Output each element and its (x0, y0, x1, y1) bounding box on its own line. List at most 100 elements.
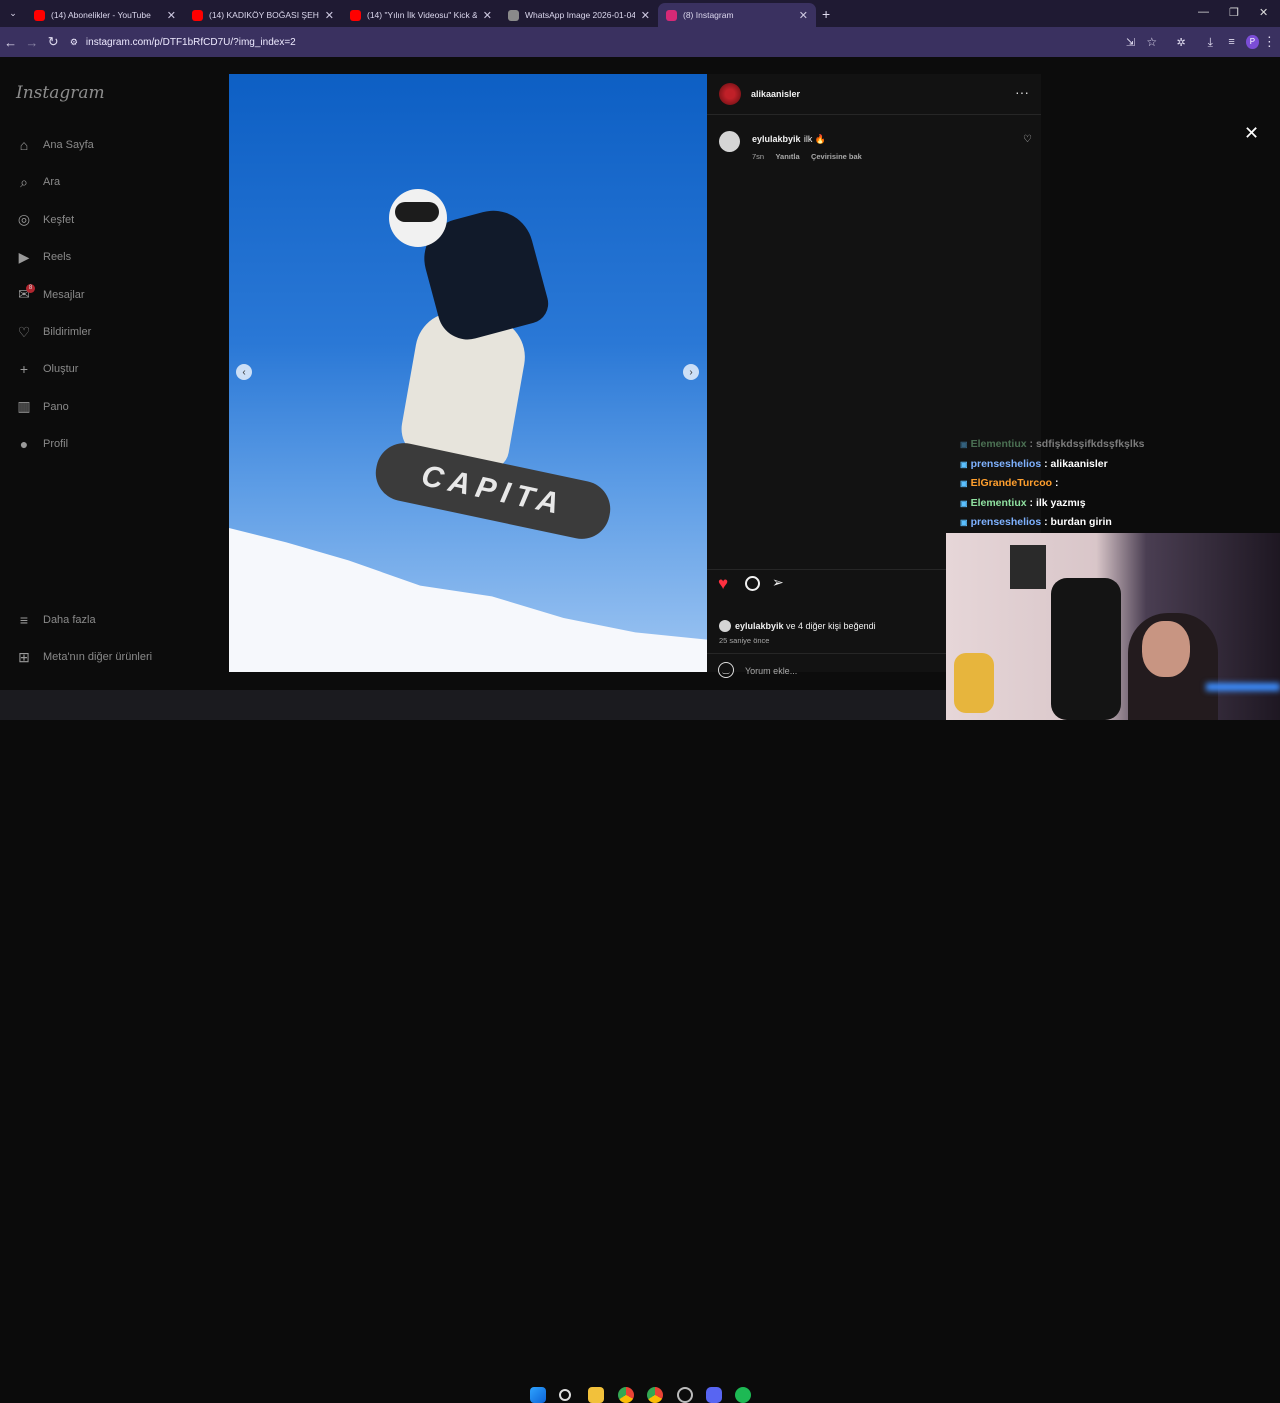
chat-username: Elementiux (970, 496, 1027, 509)
instagram-logo[interactable]: Instagram (16, 83, 105, 103)
browser-tab[interactable]: WhatsApp Image 2026-01-04 at... ✕ (500, 3, 658, 27)
sidebar-item-reels[interactable]: ▶ Reels (16, 248, 72, 265)
sidebar-item-home[interactable]: ⌂ Ana Sayfa (16, 137, 94, 153)
chat-text: alikaanisler (1050, 457, 1108, 470)
close-tab-icon[interactable]: ✕ (167, 9, 176, 22)
sidebar-item-explore[interactable]: ◎ Keşfet (16, 211, 75, 228)
reload-button[interactable]: ↻ (43, 34, 64, 50)
chat-text: burdan girin (1050, 516, 1112, 528)
forward-button[interactable]: → (21, 35, 42, 50)
browser-menu-icon[interactable]: ⋮ (1259, 34, 1280, 50)
webcam-overlay (946, 533, 1280, 720)
reply-button[interactable]: Yanıtla (775, 152, 799, 161)
tab-title: (8) Instagram (683, 10, 734, 20)
install-app-icon[interactable]: ⇲ (1120, 36, 1141, 49)
plus-icon: + (19, 361, 29, 378)
browser-tab[interactable]: (8) Instagram ✕ (658, 3, 816, 27)
meta-apps-icon: ⊞ (18, 648, 30, 665)
more-options-icon[interactable]: ··· (1015, 84, 1029, 100)
comment-text: ilk 🔥 (803, 134, 827, 144)
restore-button[interactable]: ❐ (1229, 6, 1239, 19)
chat-text: ilk yazmış (1035, 496, 1086, 509)
comment-like-icon[interactable]: ♡ (1023, 134, 1032, 145)
chrome-icon[interactable] (618, 1387, 634, 1403)
app-icon[interactable] (677, 1387, 693, 1403)
downloads-icon[interactable]: ⤓ (1200, 35, 1221, 50)
wall-poster (1010, 545, 1046, 589)
sidebar-item-dashboard[interactable]: ▥ Pano (16, 398, 69, 415)
chat-message: ▣ ElGrandeTurcoo : (960, 477, 1058, 489)
chat-separator: : (1052, 477, 1059, 489)
sidebar-item-label: Ara (43, 176, 61, 189)
commenter-avatar[interactable] (719, 131, 740, 152)
sidebar-item-heart[interactable]: ♡ Bildirimler (16, 324, 92, 340)
post-time-ago: 25 saniye önce (719, 636, 770, 645)
emoji-icon[interactable]: ‿ (718, 662, 734, 678)
chat-username: ElGrandeTurcoo (970, 477, 1053, 489)
translate-button[interactable]: Çevirisine bak (811, 152, 862, 161)
explore-icon: ◎ (17, 211, 31, 228)
comment-username[interactable]: eylulakbyik (752, 134, 801, 144)
author-avatar[interactable] (719, 83, 741, 105)
chat-separator: : (1041, 516, 1051, 528)
sidebar-item-label: Oluştur (43, 363, 79, 376)
author-username[interactable]: alikaanisler (751, 89, 800, 99)
sidebar-item-label: Pano (43, 400, 69, 413)
search-icon[interactable] (559, 1389, 571, 1401)
post-photo[interactable]: CAPITA ‹ › (229, 74, 707, 672)
comment-input[interactable]: Yorum ekle... (745, 666, 797, 676)
sidebar-item-menu[interactable]: ≡ Daha fazla (16, 612, 96, 628)
sidebar-item-plus[interactable]: + Oluştur (16, 361, 79, 378)
likes-summary[interactable]: eylulakbyik ve 4 diğer kişi beğendi (735, 621, 876, 631)
reels-icon: ▶ (18, 248, 30, 265)
chat-username: prenseshelios (970, 457, 1042, 470)
close-window-button[interactable]: ✕ (1259, 6, 1268, 19)
like-heart-icon[interactable]: ♥ (718, 574, 728, 594)
sidebar-item-meta-apps[interactable]: ⊞ Meta'nın diğer ürünleri (16, 649, 152, 665)
site-info-icon[interactable]: ⚙ (70, 37, 78, 48)
snow-slope (229, 528, 707, 672)
chat-message: ▣ Elementiux : ilk yazmış (960, 497, 1086, 509)
bookmark-star-icon[interactable]: ☆ (1141, 35, 1162, 49)
close-tab-icon[interactable]: ✕ (641, 9, 650, 22)
close-post-button[interactable]: ✕ (1244, 123, 1259, 144)
close-tab-icon[interactable]: ✕ (325, 9, 334, 22)
sidebar-item-label: Keşfet (43, 213, 75, 226)
previous-image-button[interactable]: ‹ (236, 364, 252, 380)
browser-toolbar: ← → ↻ ⚙ instagram.com/p/DTF1bRfCD7U/?img… (0, 27, 1280, 57)
discord-icon[interactable] (706, 1387, 722, 1403)
sidebar-item-label: Daha fazla (43, 614, 96, 626)
profile-avatar[interactable]: P (1246, 35, 1259, 49)
sidebar-item-profile[interactable]: ● Profil (16, 436, 68, 452)
url-text: instagram.com/p/DTF1bRfCD7U/?img_index=2 (85, 36, 296, 48)
sidebar-item-label: Ana Sayfa (43, 139, 94, 151)
next-image-button[interactable]: › (683, 364, 699, 380)
chat-badges-icon: ▣ (960, 518, 968, 527)
sidebar-item-search[interactable]: ⌕ Ara (16, 174, 60, 190)
chat-username: prenseshelios (970, 516, 1042, 528)
browser-tab[interactable]: (14) Abonelikler - YouTube ✕ (26, 3, 184, 27)
chat-badges-icon: ▣ (960, 498, 968, 508)
chrome-icon[interactable] (647, 1387, 663, 1403)
back-button[interactable]: ← (0, 35, 21, 50)
browser-tab[interactable]: (14) KADIKÖY BOĞASI ŞEHİNŞA... ✕ (184, 3, 342, 27)
spotify-icon[interactable] (735, 1387, 751, 1403)
share-icon[interactable]: ➢ (772, 574, 784, 591)
minimize-button[interactable]: — (1198, 6, 1209, 18)
comment-icon[interactable] (745, 576, 760, 591)
close-tab-icon[interactable]: ✕ (799, 9, 808, 22)
sidebar-item-label: Meta'nın diğer ürünleri (43, 651, 153, 664)
extensions-icon[interactable]: ✲ (1170, 36, 1191, 49)
file-explorer-icon[interactable] (588, 1387, 604, 1403)
start-icon[interactable] (530, 1387, 546, 1403)
tab-list-chevron-icon[interactable]: ⌄ (0, 8, 26, 19)
browser-tab[interactable]: (14) "Yılın İlk Videosu" Kick & Tw... ✕ (342, 3, 500, 27)
media-controls-icon[interactable]: ≡ (1221, 36, 1242, 48)
address-bar[interactable]: ⚙ instagram.com/p/DTF1bRfCD7U/?img_index… (70, 31, 1120, 53)
browser-tab-bar: ⌄ (14) Abonelikler - YouTube ✕ (14) KADI… (0, 0, 1280, 27)
new-tab-button[interactable]: + (822, 6, 830, 22)
chat-text: sdfişkdsşifkdsşfkşlks (1035, 438, 1145, 450)
chat-badges-icon: ▣ (960, 440, 968, 449)
chat-message: ▣ prenseshelios : burdan girin (960, 516, 1112, 528)
close-tab-icon[interactable]: ✕ (483, 9, 492, 22)
